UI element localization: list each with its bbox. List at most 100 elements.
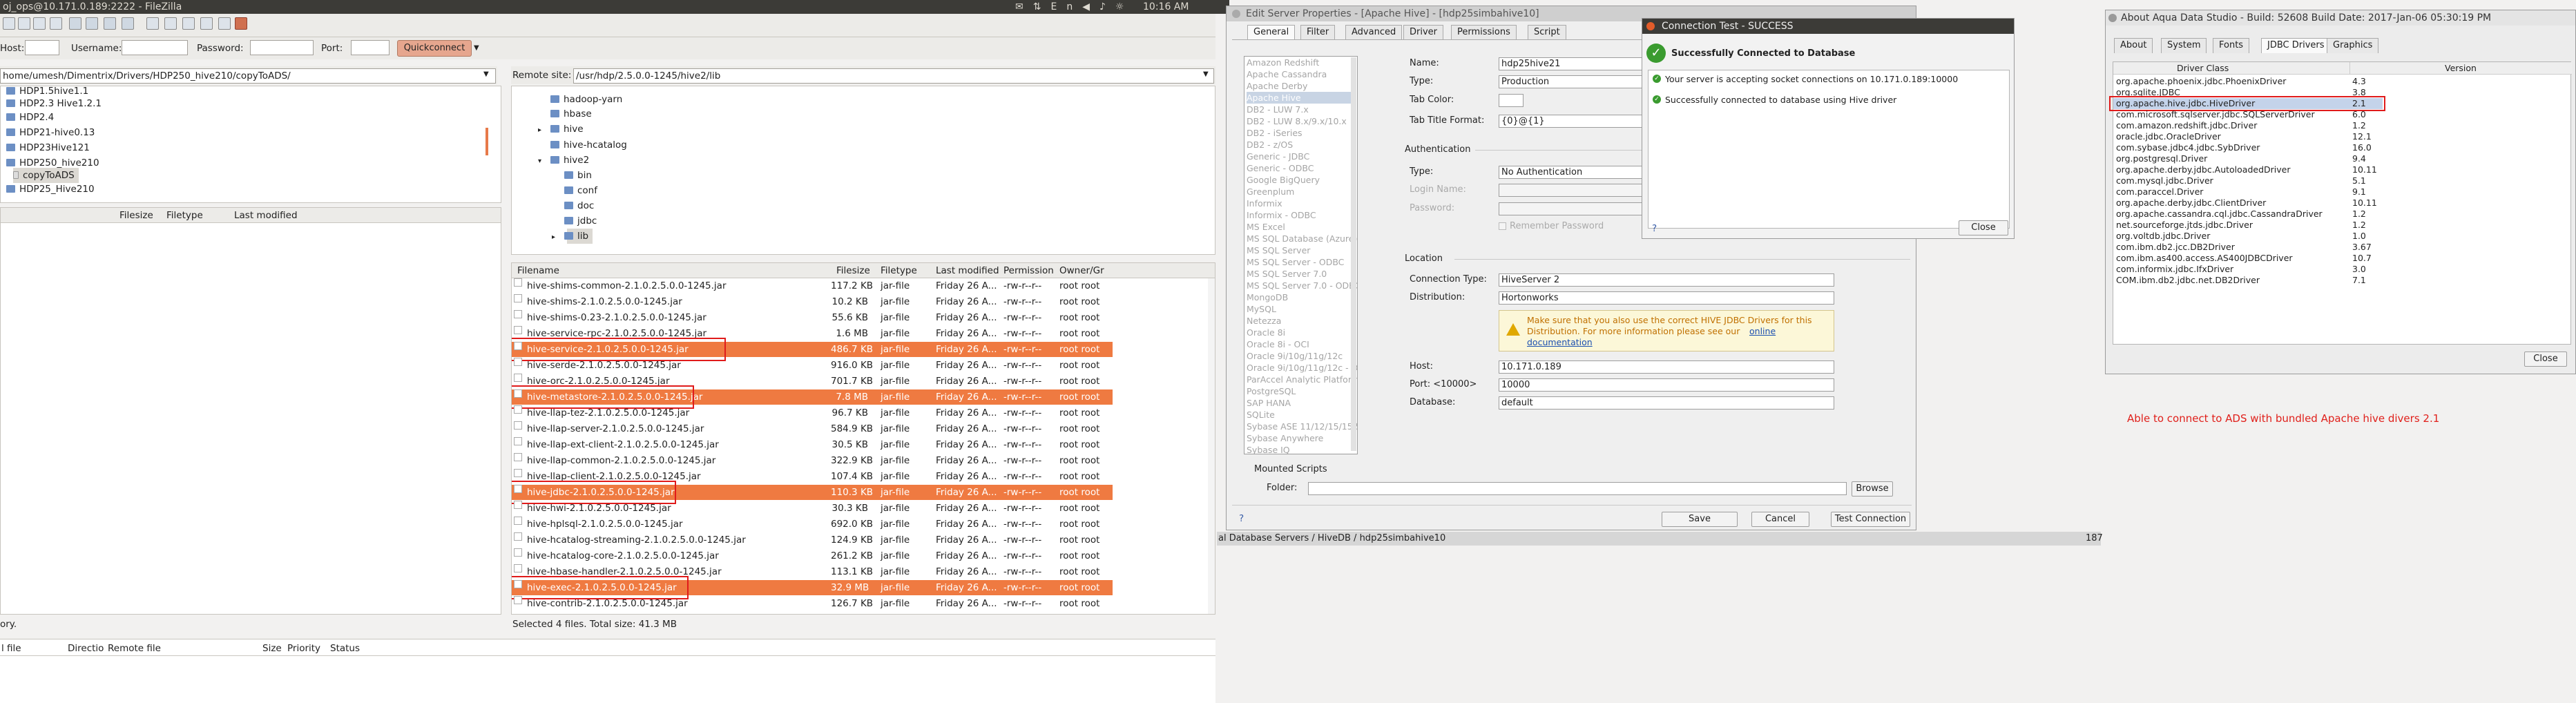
quickconnect-dropdown-icon[interactable]: ▼ bbox=[474, 44, 479, 52]
driver-list-item[interactable]: DB2 - z/OS bbox=[1247, 139, 1293, 151]
close-button[interactable]: Close bbox=[1959, 220, 2008, 235]
driver-list-item[interactable]: MS Excel bbox=[1247, 221, 1285, 233]
driver-list-item[interactable]: Sybase ASE 11/12/15/15.5 bbox=[1247, 421, 1357, 432]
queue-column-header[interactable]: Remote file bbox=[108, 641, 161, 656]
file-row[interactable]: hive-hplsql-2.1.0.2.5.0.0-1245.jar 692.0 … bbox=[512, 517, 1215, 532]
compare-icon[interactable] bbox=[200, 17, 213, 30]
port-input[interactable] bbox=[351, 40, 390, 55]
file-row[interactable]: hive-llap-ext-client-2.1.0.2.5.0.0-1245.… bbox=[512, 437, 1215, 452]
expander-icon[interactable]: ▸ bbox=[538, 123, 550, 138]
driver-list-item[interactable]: SAP HANA bbox=[1247, 397, 1291, 409]
jdbc-driver-row[interactable]: org.postgresql.Driver 9.4 bbox=[2113, 153, 2572, 164]
driver-list-item[interactable]: Amazon Redshift bbox=[1247, 57, 1319, 68]
local-tree-scrollbar[interactable] bbox=[486, 128, 488, 155]
driver-list-item[interactable]: Apache Hive bbox=[1247, 92, 1356, 104]
remote-tree-item[interactable]: ▸ lib bbox=[552, 229, 593, 244]
file-checkbox[interactable] bbox=[514, 405, 522, 414]
jdbc-driver-row[interactable]: COM.ibm.db2.jdbc.net.DB2Driver 7.1 bbox=[2113, 275, 2572, 286]
about-tab-jdbc-drivers[interactable]: JDBC Drivers bbox=[2261, 38, 2331, 53]
host-input[interactable] bbox=[25, 40, 59, 55]
driver-list-item[interactable]: Oracle 8i bbox=[1247, 327, 1285, 338]
driver-list-item[interactable]: Oracle 8i - OCI bbox=[1247, 338, 1309, 350]
online-link[interactable]: online bbox=[1749, 326, 1776, 336]
about-tab-system[interactable]: System bbox=[2161, 38, 2207, 53]
file-row[interactable]: hive-hcatalog-streaming-2.1.0.2.5.0.0-12… bbox=[512, 532, 1215, 548]
remote-tree-item[interactable]: jdbc bbox=[564, 213, 597, 229]
driver-list[interactable]: Amazon Redshift Apache Cassandra Apache De… bbox=[1244, 56, 1358, 454]
driver-list-item[interactable]: Sybase Anywhere bbox=[1247, 432, 1323, 444]
driver-list-item[interactable]: Generic - ODBC bbox=[1247, 162, 1314, 174]
remote-column-header[interactable]: Filename bbox=[517, 263, 559, 278]
jdbc-driver-row[interactable]: org.voltdb.jdbc.Driver 1.0 bbox=[2113, 231, 2572, 242]
local-column-header[interactable]: Filesize bbox=[119, 208, 153, 223]
col-driver-class[interactable]: Driver Class bbox=[2177, 63, 2229, 73]
file-checkbox[interactable] bbox=[514, 517, 522, 525]
username-input[interactable] bbox=[122, 40, 188, 55]
driver-list-scrollbar[interactable] bbox=[1351, 57, 1356, 451]
documentation-link[interactable]: documentation bbox=[1527, 337, 1593, 347]
port-input[interactable]: 10000 bbox=[1499, 378, 1834, 392]
file-checkbox[interactable] bbox=[514, 294, 522, 302]
driver-list-item[interactable]: DB2 - LUW 7.x bbox=[1247, 104, 1309, 115]
jdbc-driver-row[interactable]: com.amazon.redshift.jdbc.Driver 1.2 bbox=[2113, 120, 2572, 131]
driver-list-item[interactable]: DB2 - iSeries bbox=[1247, 127, 1303, 139]
file-row[interactable]: hive-llap-common-2.1.0.2.5.0.0-1245.jar 3… bbox=[512, 453, 1215, 468]
remote-tree-item[interactable]: hadoop-yarn bbox=[550, 92, 622, 107]
local-tree-item[interactable]: HDP2.4 bbox=[6, 110, 54, 125]
driver-list-item[interactable]: Google BigQuery bbox=[1247, 174, 1320, 186]
tab-advanced[interactable]: Advanced bbox=[1345, 25, 1403, 40]
site-manager-icon[interactable] bbox=[3, 17, 15, 30]
host-input[interactable]: 10.171.0.189 bbox=[1499, 360, 1834, 374]
driver-list-item[interactable]: SQLite bbox=[1247, 409, 1275, 421]
remote-column-header[interactable]: Filetype bbox=[881, 263, 917, 278]
jdbc-driver-row[interactable]: com.informix.jdbc.IfxDriver 3.0 bbox=[2113, 264, 2572, 275]
queue-column-header[interactable]: l file bbox=[1, 641, 21, 656]
close-icon[interactable] bbox=[1232, 10, 1240, 18]
help-icon[interactable]: ? bbox=[1239, 513, 1244, 524]
driver-list-item[interactable]: MySQL bbox=[1247, 303, 1276, 315]
chevron-down-icon[interactable]: ▼ bbox=[1203, 70, 1209, 78]
file-checkbox[interactable] bbox=[514, 358, 522, 366]
driver-list-item[interactable]: Informix - ODBC bbox=[1247, 209, 1316, 221]
file-checkbox[interactable] bbox=[514, 278, 522, 287]
local-tree-item[interactable]: HDP2.3 Hive1.2.1 bbox=[6, 96, 102, 111]
driver-list-item[interactable]: MS SQL Server 7.0 - ODBC bbox=[1247, 280, 1357, 291]
tab-script[interactable]: Script bbox=[1528, 25, 1566, 40]
driver-list-item[interactable]: Informix bbox=[1247, 198, 1282, 209]
file-checkbox[interactable] bbox=[514, 564, 522, 572]
file-row[interactable]: hive-hwi-2.1.0.2.5.0.0-1245.jar 30.3 KB ja… bbox=[512, 501, 1215, 516]
file-checkbox[interactable] bbox=[514, 437, 522, 445]
file-checkbox[interactable] bbox=[514, 548, 522, 557]
remote-column-header[interactable]: Permission bbox=[1003, 263, 1054, 278]
remote-tree-item[interactable]: bin bbox=[564, 168, 592, 183]
local-column-header[interactable]: Last modified bbox=[234, 208, 298, 223]
name-input[interactable]: hdp25hive21 bbox=[1499, 57, 1666, 70]
system-tray-icons[interactable]: ✉⇅En◀♪☼ bbox=[1015, 1, 1133, 12]
driver-list-item[interactable]: MS SQL Server - ODBC bbox=[1247, 256, 1344, 268]
directory-listing-icon[interactable] bbox=[146, 17, 159, 30]
toggle-tree-icon[interactable] bbox=[33, 17, 46, 30]
file-row[interactable]: hive-contrib-2.1.0.2.5.0.0-1245.jar 126.7… bbox=[512, 596, 1215, 611]
tray-icon[interactable]: ◀♪ bbox=[1082, 1, 1115, 12]
file-row[interactable]: hive-hcatalog-core-2.1.0.2.5.0.0-1245.ja… bbox=[512, 548, 1215, 564]
jdbc-driver-row[interactable]: org.apache.phoenix.jdbc.PhoenixDriver 4.3 bbox=[2113, 76, 2572, 87]
jdbc-driver-row[interactable]: com.microsoft.sqlserver.jdbc.SQLServerDr… bbox=[2113, 109, 2572, 120]
remote-column-header[interactable]: Last modified bbox=[936, 263, 999, 278]
driver-list-item[interactable]: ParAccel Analytic Platform bbox=[1247, 374, 1357, 385]
about-tab-fonts[interactable]: Fonts bbox=[2213, 38, 2250, 53]
network-wizard-icon[interactable] bbox=[235, 17, 247, 30]
remote-tree-item[interactable]: conf bbox=[564, 183, 597, 198]
jdbc-driver-row[interactable]: org.apache.derby.jdbc.ClientDriver 10.11 bbox=[2113, 198, 2572, 209]
driver-list-item[interactable]: Oracle 9i/10g/11g/12c bbox=[1247, 350, 1343, 362]
jdbc-driver-row[interactable]: com.ibm.as400.access.AS400JDBCDriver 10.7 bbox=[2113, 253, 2572, 264]
file-row[interactable]: hive-serde-2.1.0.2.5.0.0-1245.jar 916.0 K… bbox=[512, 358, 1215, 373]
reconnect-icon[interactable] bbox=[122, 17, 134, 30]
about-close-button[interactable]: Close bbox=[2524, 352, 2567, 367]
filter-icon[interactable] bbox=[164, 17, 177, 30]
jdbc-driver-row[interactable]: com.mysql.jdbc.Driver 5.1 bbox=[2113, 175, 2572, 186]
cancel-button[interactable]: Cancel bbox=[1751, 512, 1809, 527]
driver-list-item[interactable]: Apache Cassandra bbox=[1247, 68, 1327, 80]
jdbc-driver-row[interactable]: com.paraccel.Driver 9.1 bbox=[2113, 186, 2572, 198]
col-version[interactable]: Version bbox=[2445, 63, 2477, 73]
local-tree-item[interactable]: HDP23Hive121 bbox=[6, 140, 90, 155]
